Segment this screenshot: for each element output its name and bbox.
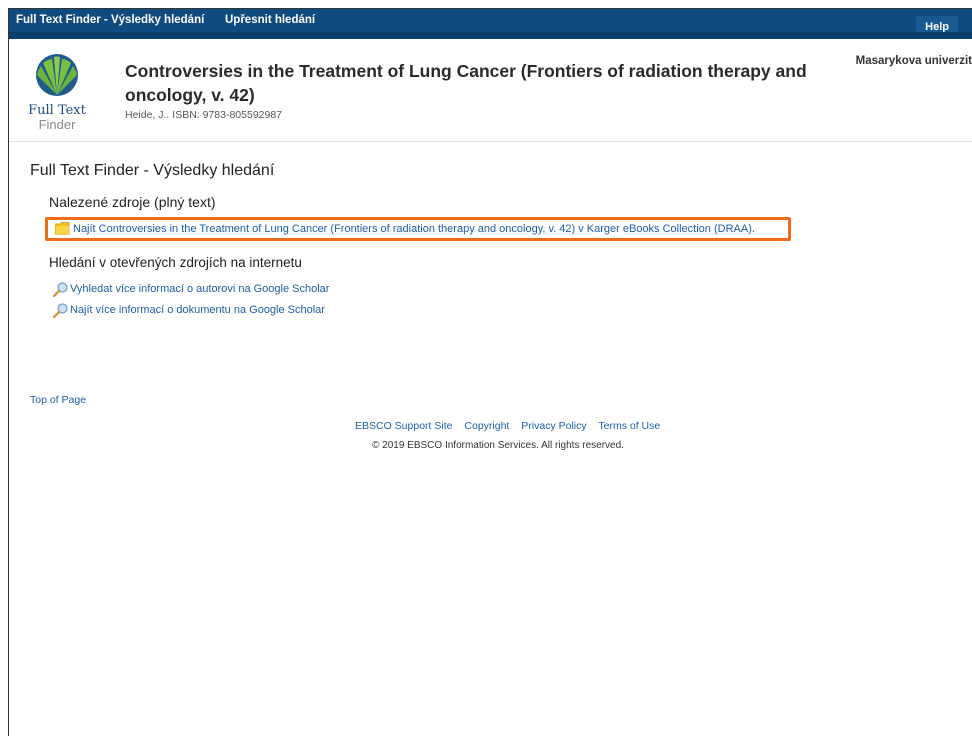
header: Full Text Finder Controversies in the Tr… (9, 39, 972, 142)
magnifier-icon (53, 282, 68, 297)
document-title: Controversies in the Treatment of Lung C… (125, 61, 807, 105)
ebsco-support-link[interactable]: EBSCO Support Site (355, 420, 452, 432)
scholar-document-link[interactable]: Najít více informací o dokumentu na Goog… (70, 302, 325, 318)
document-meta: Heide, J.. ISBN: 9783-805592987 (125, 109, 283, 121)
page-title: Full Text Finder - Výsledky hledání (30, 162, 275, 179)
tab-results[interactable]: Full Text Finder - Výsledky hledání (12, 9, 209, 32)
nav-sub-bar (9, 32, 972, 39)
privacy-policy-link[interactable]: Privacy Policy (521, 420, 586, 432)
magnifier-icon (53, 303, 68, 318)
terms-of-use-link[interactable]: Terms of Use (598, 420, 660, 432)
logo-text-line1: Full Text (28, 103, 86, 118)
open-sources-heading: Hledání v otevřených zdrojích na interne… (49, 255, 302, 270)
logo-icon (36, 54, 78, 96)
logo-text-line2: Finder (38, 117, 76, 132)
top-of-page-link[interactable]: Top of Page (30, 394, 86, 406)
institution-name: Masarykova univerzit (855, 55, 972, 67)
found-sources-heading: Nalezené zdroje (plný text) (49, 194, 216, 210)
result-link[interactable]: Najít Controversies in the Treatment of … (73, 220, 755, 238)
footer-links: EBSCO Support Site Copyright Privacy Pol… (355, 420, 669, 432)
copyright-link[interactable]: Copyright (464, 420, 509, 432)
tab-refine-search[interactable]: Upřesnit hledání (219, 9, 321, 32)
copyright-text: © 2019 EBSCO Information Services. All r… (372, 440, 624, 451)
scholar-author-link[interactable]: Vyhledat více informací o autorovi na Go… (70, 281, 329, 297)
folder-icon (55, 222, 70, 235)
full-text-finder-logo: Full Text Finder (22, 53, 92, 132)
page-frame: Full Text Finder - Výsledky hledání Upře… (8, 8, 972, 736)
top-nav-bar: Full Text Finder - Výsledky hledání Upře… (9, 9, 972, 39)
full-text-result: Najít Controversies in the Treatment of … (45, 217, 791, 241)
